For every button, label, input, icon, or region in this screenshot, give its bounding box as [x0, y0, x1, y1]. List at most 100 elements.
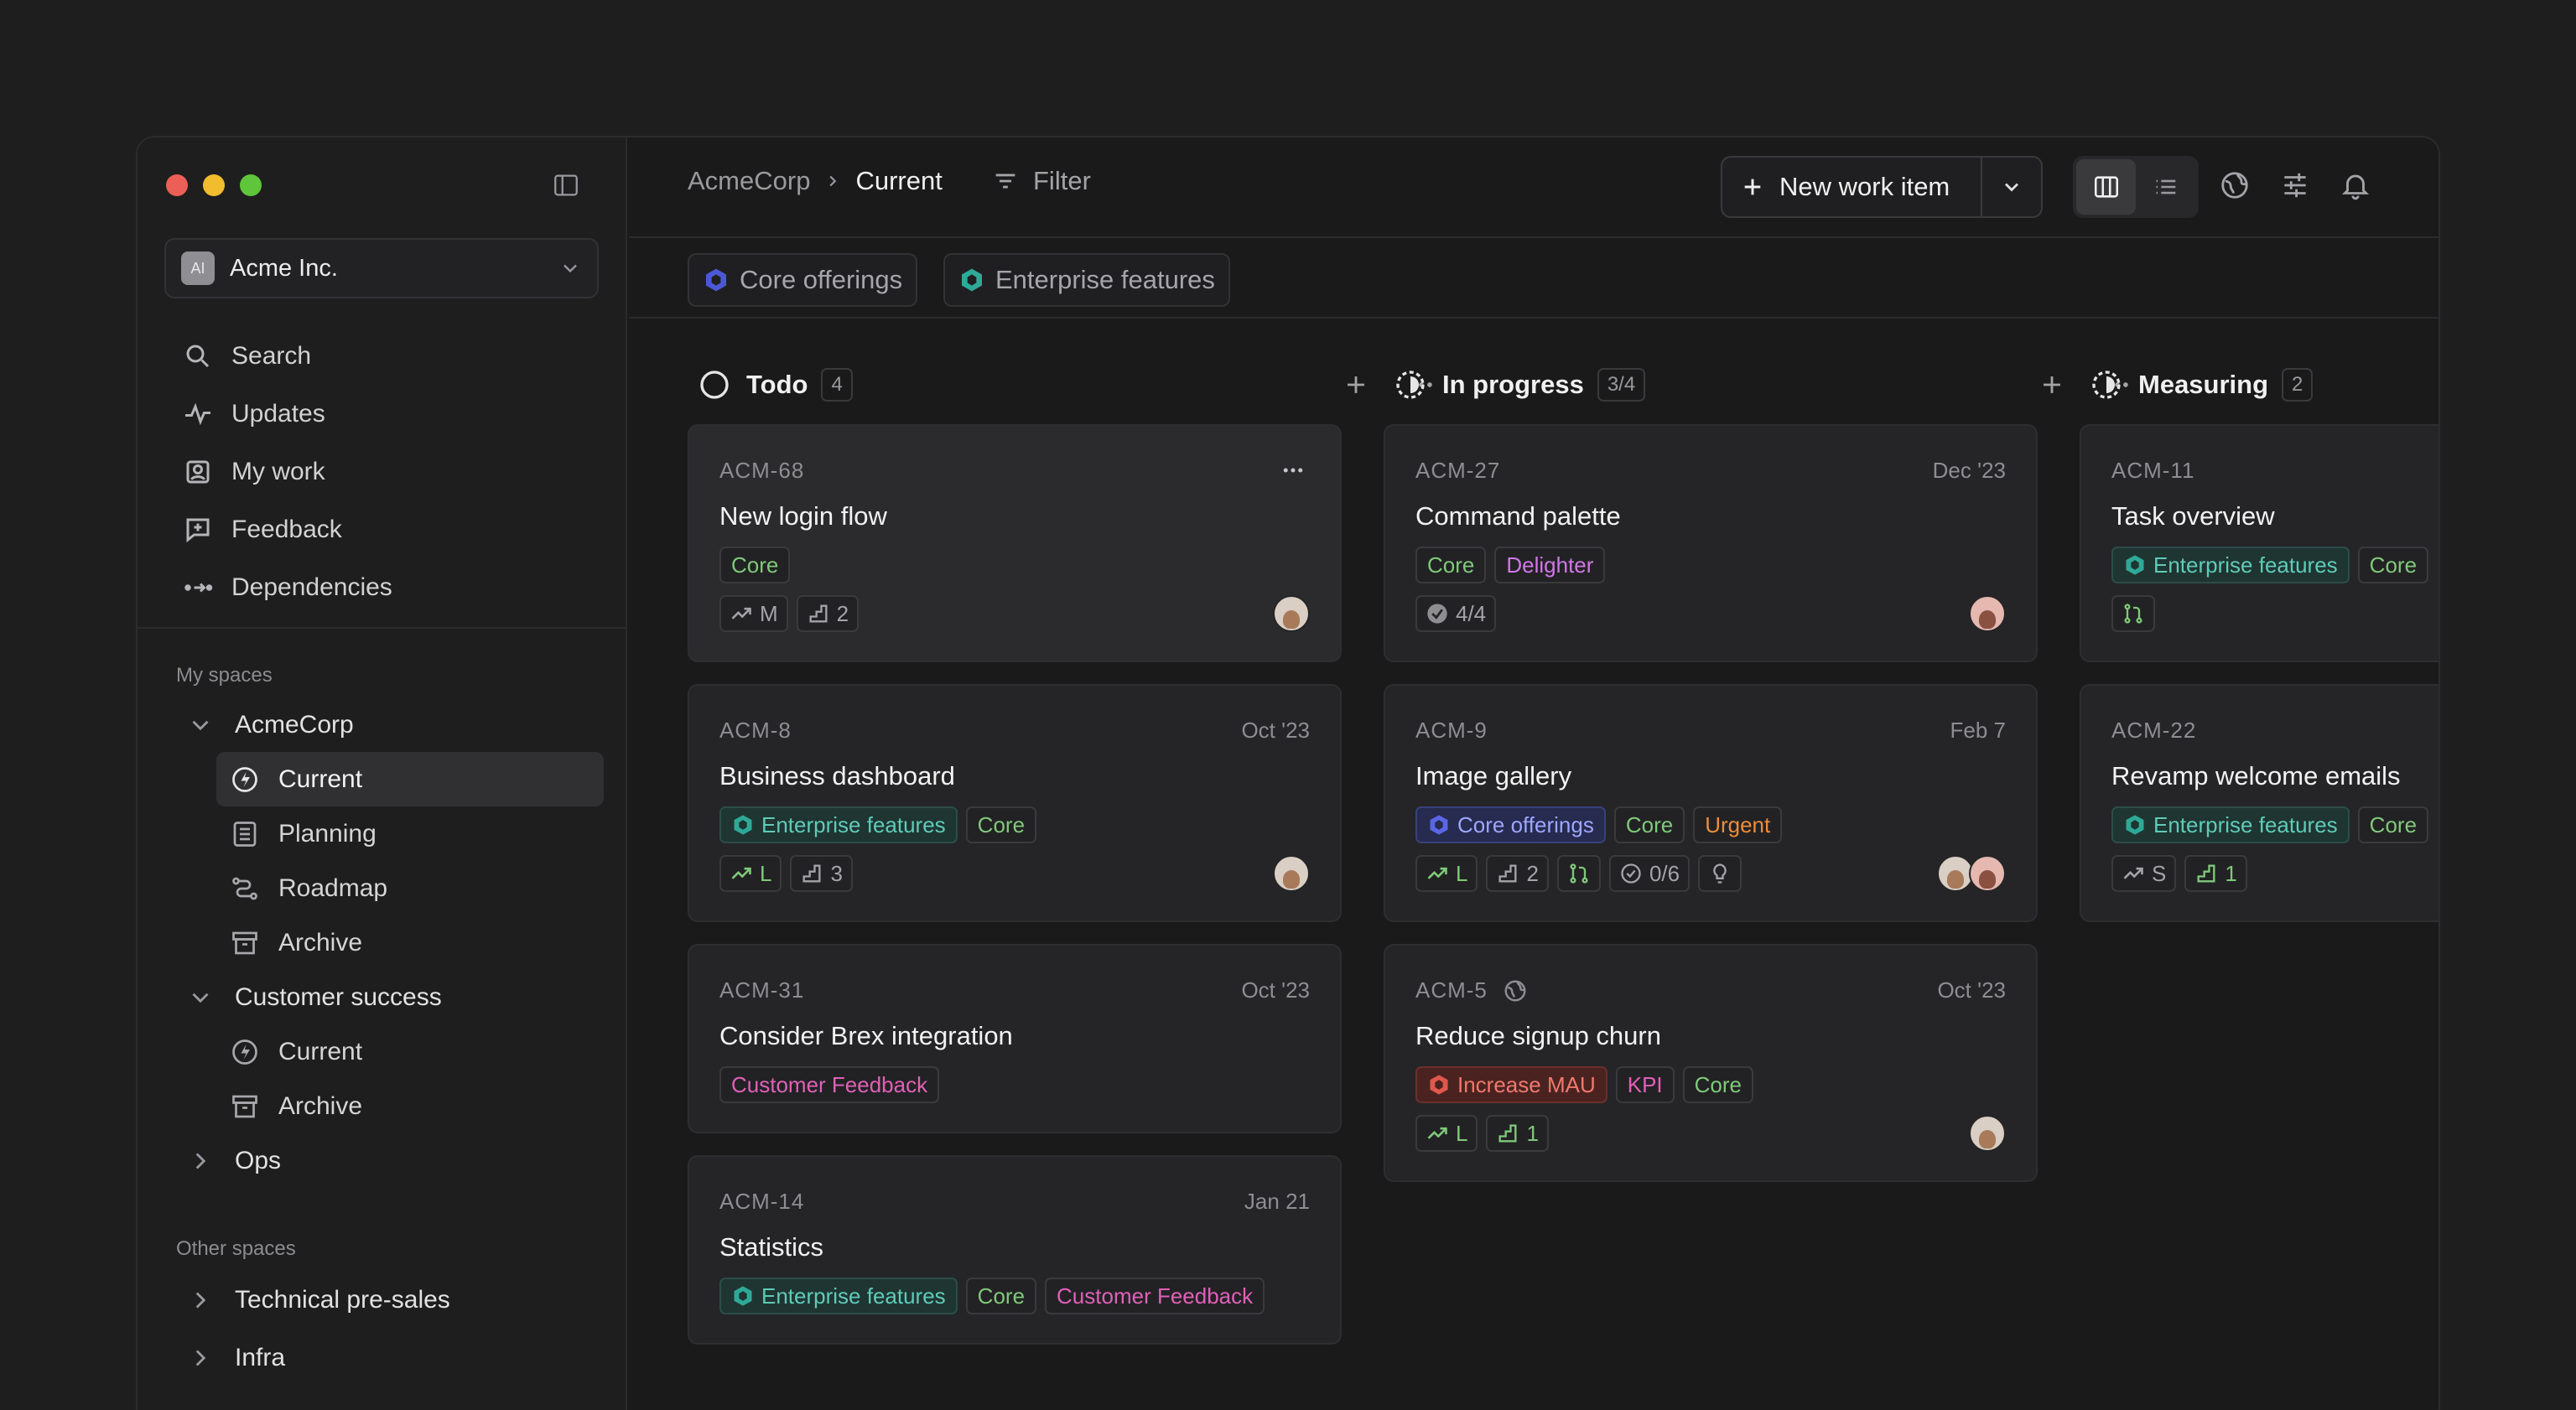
work-item-card[interactable]: ACM-22 Revamp welcome emails Enterprise … [2080, 684, 2438, 922]
work-item-card[interactable]: ACM-31 Oct '23 Consider Brex integration… [688, 944, 1342, 1133]
tag[interactable]: Core [1415, 547, 1487, 583]
nav-search[interactable]: Search [176, 327, 595, 385]
work-item-card[interactable]: ACM-5 Oct '23 Reduce signup churn Increa… [1384, 944, 2038, 1182]
avatar[interactable] [1273, 595, 1310, 632]
minimize-window-button[interactable] [203, 174, 225, 196]
meta-value: 1 [1526, 1120, 1539, 1146]
space-item-planning[interactable]: Planning [216, 806, 604, 861]
work-item-card[interactable]: ACM-11 Task overview Enterprise features… [2080, 424, 2438, 662]
avatar[interactable] [1969, 855, 2006, 892]
tag[interactable]: Core [965, 1278, 1037, 1314]
tag[interactable]: Core [965, 806, 1037, 843]
impact-badge[interactable]: L [1415, 855, 1478, 892]
avatar[interactable] [1969, 595, 2006, 632]
tag[interactable]: Core [1682, 1066, 1754, 1103]
settings-sliders-icon[interactable] [2279, 169, 2311, 201]
card-meta: L 2 0/6 [1415, 855, 1742, 892]
chevron-right-icon[interactable] [186, 1344, 215, 1372]
nav-my-work[interactable]: My work [176, 443, 595, 500]
work-item-card[interactable]: ACM-27 Dec '23 Command palette Core Deli… [1384, 424, 2038, 662]
nav-feedback[interactable]: Feedback [176, 500, 595, 558]
impact-badge[interactable]: M [719, 595, 788, 632]
tag[interactable]: Customer Feedback [719, 1066, 940, 1103]
new-work-item-dropdown[interactable] [1982, 158, 2041, 216]
sidebar-toggle-icon[interactable] [552, 171, 580, 200]
space-item-current[interactable]: Current [216, 752, 604, 806]
tag-label: Increase MAU [1457, 1071, 1596, 1097]
card-meta [2111, 595, 2155, 632]
tag[interactable]: Core [719, 547, 791, 583]
effort-badge[interactable]: 3 [790, 855, 853, 892]
filter-button[interactable]: Filter [991, 166, 1091, 196]
workspace-switcher[interactable]: AI Acme Inc. [164, 238, 599, 298]
chevron-right-icon[interactable] [186, 1286, 215, 1314]
effort-badge[interactable]: 1 [1486, 1115, 1549, 1152]
close-window-button[interactable] [166, 174, 188, 196]
space-technical-presales[interactable]: Technical pre-sales [176, 1271, 595, 1329]
tag[interactable]: Enterprise features [2111, 547, 2350, 583]
meta-value: M [760, 600, 778, 626]
breadcrumb-space[interactable]: AcmeCorp [688, 166, 810, 196]
impact-badge[interactable]: S [2111, 855, 2177, 892]
effort-badge[interactable]: 2 [1486, 855, 1549, 892]
more-horizontal-icon[interactable] [1276, 458, 1310, 483]
pull-request-badge[interactable] [2111, 595, 2155, 632]
tag[interactable]: Enterprise features [719, 1278, 958, 1314]
impact-badge[interactable]: L [1415, 1115, 1478, 1152]
checklist-badge[interactable]: 4/4 [1415, 595, 1497, 632]
space-item-current[interactable]: Current [216, 1024, 604, 1079]
board-view-button[interactable] [2076, 159, 2136, 215]
new-work-item-button[interactable]: New work item [1722, 158, 1982, 216]
space-item-roadmap[interactable]: Roadmap [216, 861, 604, 915]
plus-icon[interactable] [2038, 371, 2066, 399]
project-chip-core-offerings[interactable]: Core offerings [688, 253, 918, 307]
tag[interactable]: Core [2357, 547, 2429, 583]
card-id: ACM-5 [1415, 977, 1528, 1003]
nav-updates[interactable]: Updates [176, 385, 595, 443]
space-acmecorp[interactable]: AcmeCorp [176, 697, 595, 752]
tag[interactable]: Enterprise features [719, 806, 958, 843]
tag[interactable]: Core [1613, 806, 1685, 843]
tag[interactable]: Core offerings [1415, 806, 1606, 843]
roadmap-icon [232, 877, 257, 899]
work-item-card[interactable]: ACM-68 New login flow Core M 2 [688, 424, 1342, 662]
space-item-archive[interactable]: Archive [216, 1079, 604, 1133]
tag[interactable]: Delighter [1494, 547, 1606, 583]
tag[interactable]: Increase MAU [1415, 1066, 1607, 1103]
breadcrumb-current[interactable]: Current [855, 166, 942, 196]
window-controls [166, 174, 262, 196]
bell-icon[interactable] [2340, 169, 2371, 201]
effort-badge[interactable]: 1 [2184, 855, 2247, 892]
tag[interactable]: Enterprise features [2111, 806, 2350, 843]
globe-icon[interactable] [2219, 169, 2251, 201]
chevron-down-icon[interactable] [186, 711, 215, 739]
plus-icon[interactable] [1342, 371, 1370, 399]
tag[interactable]: Urgent [1693, 806, 1783, 843]
chevron-right-icon[interactable] [186, 1147, 215, 1175]
idea-badge[interactable] [1698, 855, 1742, 892]
impact-badge[interactable]: L [719, 855, 782, 892]
work-item-card[interactable]: ACM-8 Oct '23 Business dashboard Enterpr… [688, 684, 1342, 922]
space-customer-success[interactable]: Customer success [176, 970, 595, 1024]
work-item-card[interactable]: ACM-14 Jan 21 Statistics Enterprise feat… [688, 1155, 1342, 1345]
pulse-icon [185, 402, 210, 425]
hexagon-icon [1430, 1075, 1448, 1095]
checklist-badge[interactable]: 0/6 [1608, 855, 1690, 892]
work-item-card[interactable]: ACM-9 Feb 7 Image gallery Core offerings… [1384, 684, 2038, 922]
list-view-button[interactable] [2136, 159, 2195, 215]
avatar[interactable] [1969, 1115, 2006, 1152]
effort-badge[interactable]: 2 [796, 595, 860, 632]
project-chip-enterprise-features[interactable]: Enterprise features [943, 253, 1230, 307]
maximize-window-button[interactable] [240, 174, 262, 196]
tag[interactable]: Core [2357, 806, 2429, 843]
space-infra[interactable]: Infra [176, 1329, 595, 1387]
space-ops[interactable]: Ops [176, 1133, 595, 1188]
pull-request-badge[interactable] [1556, 855, 1601, 892]
nav-dependencies[interactable]: Dependencies [176, 558, 595, 616]
nav-label: Feedback [231, 515, 342, 543]
avatar[interactable] [1273, 855, 1310, 892]
tag[interactable]: Customer Feedback [1045, 1278, 1265, 1314]
tag[interactable]: KPI [1615, 1066, 1675, 1103]
chevron-down-icon[interactable] [186, 983, 215, 1012]
space-item-archive[interactable]: Archive [216, 915, 604, 970]
